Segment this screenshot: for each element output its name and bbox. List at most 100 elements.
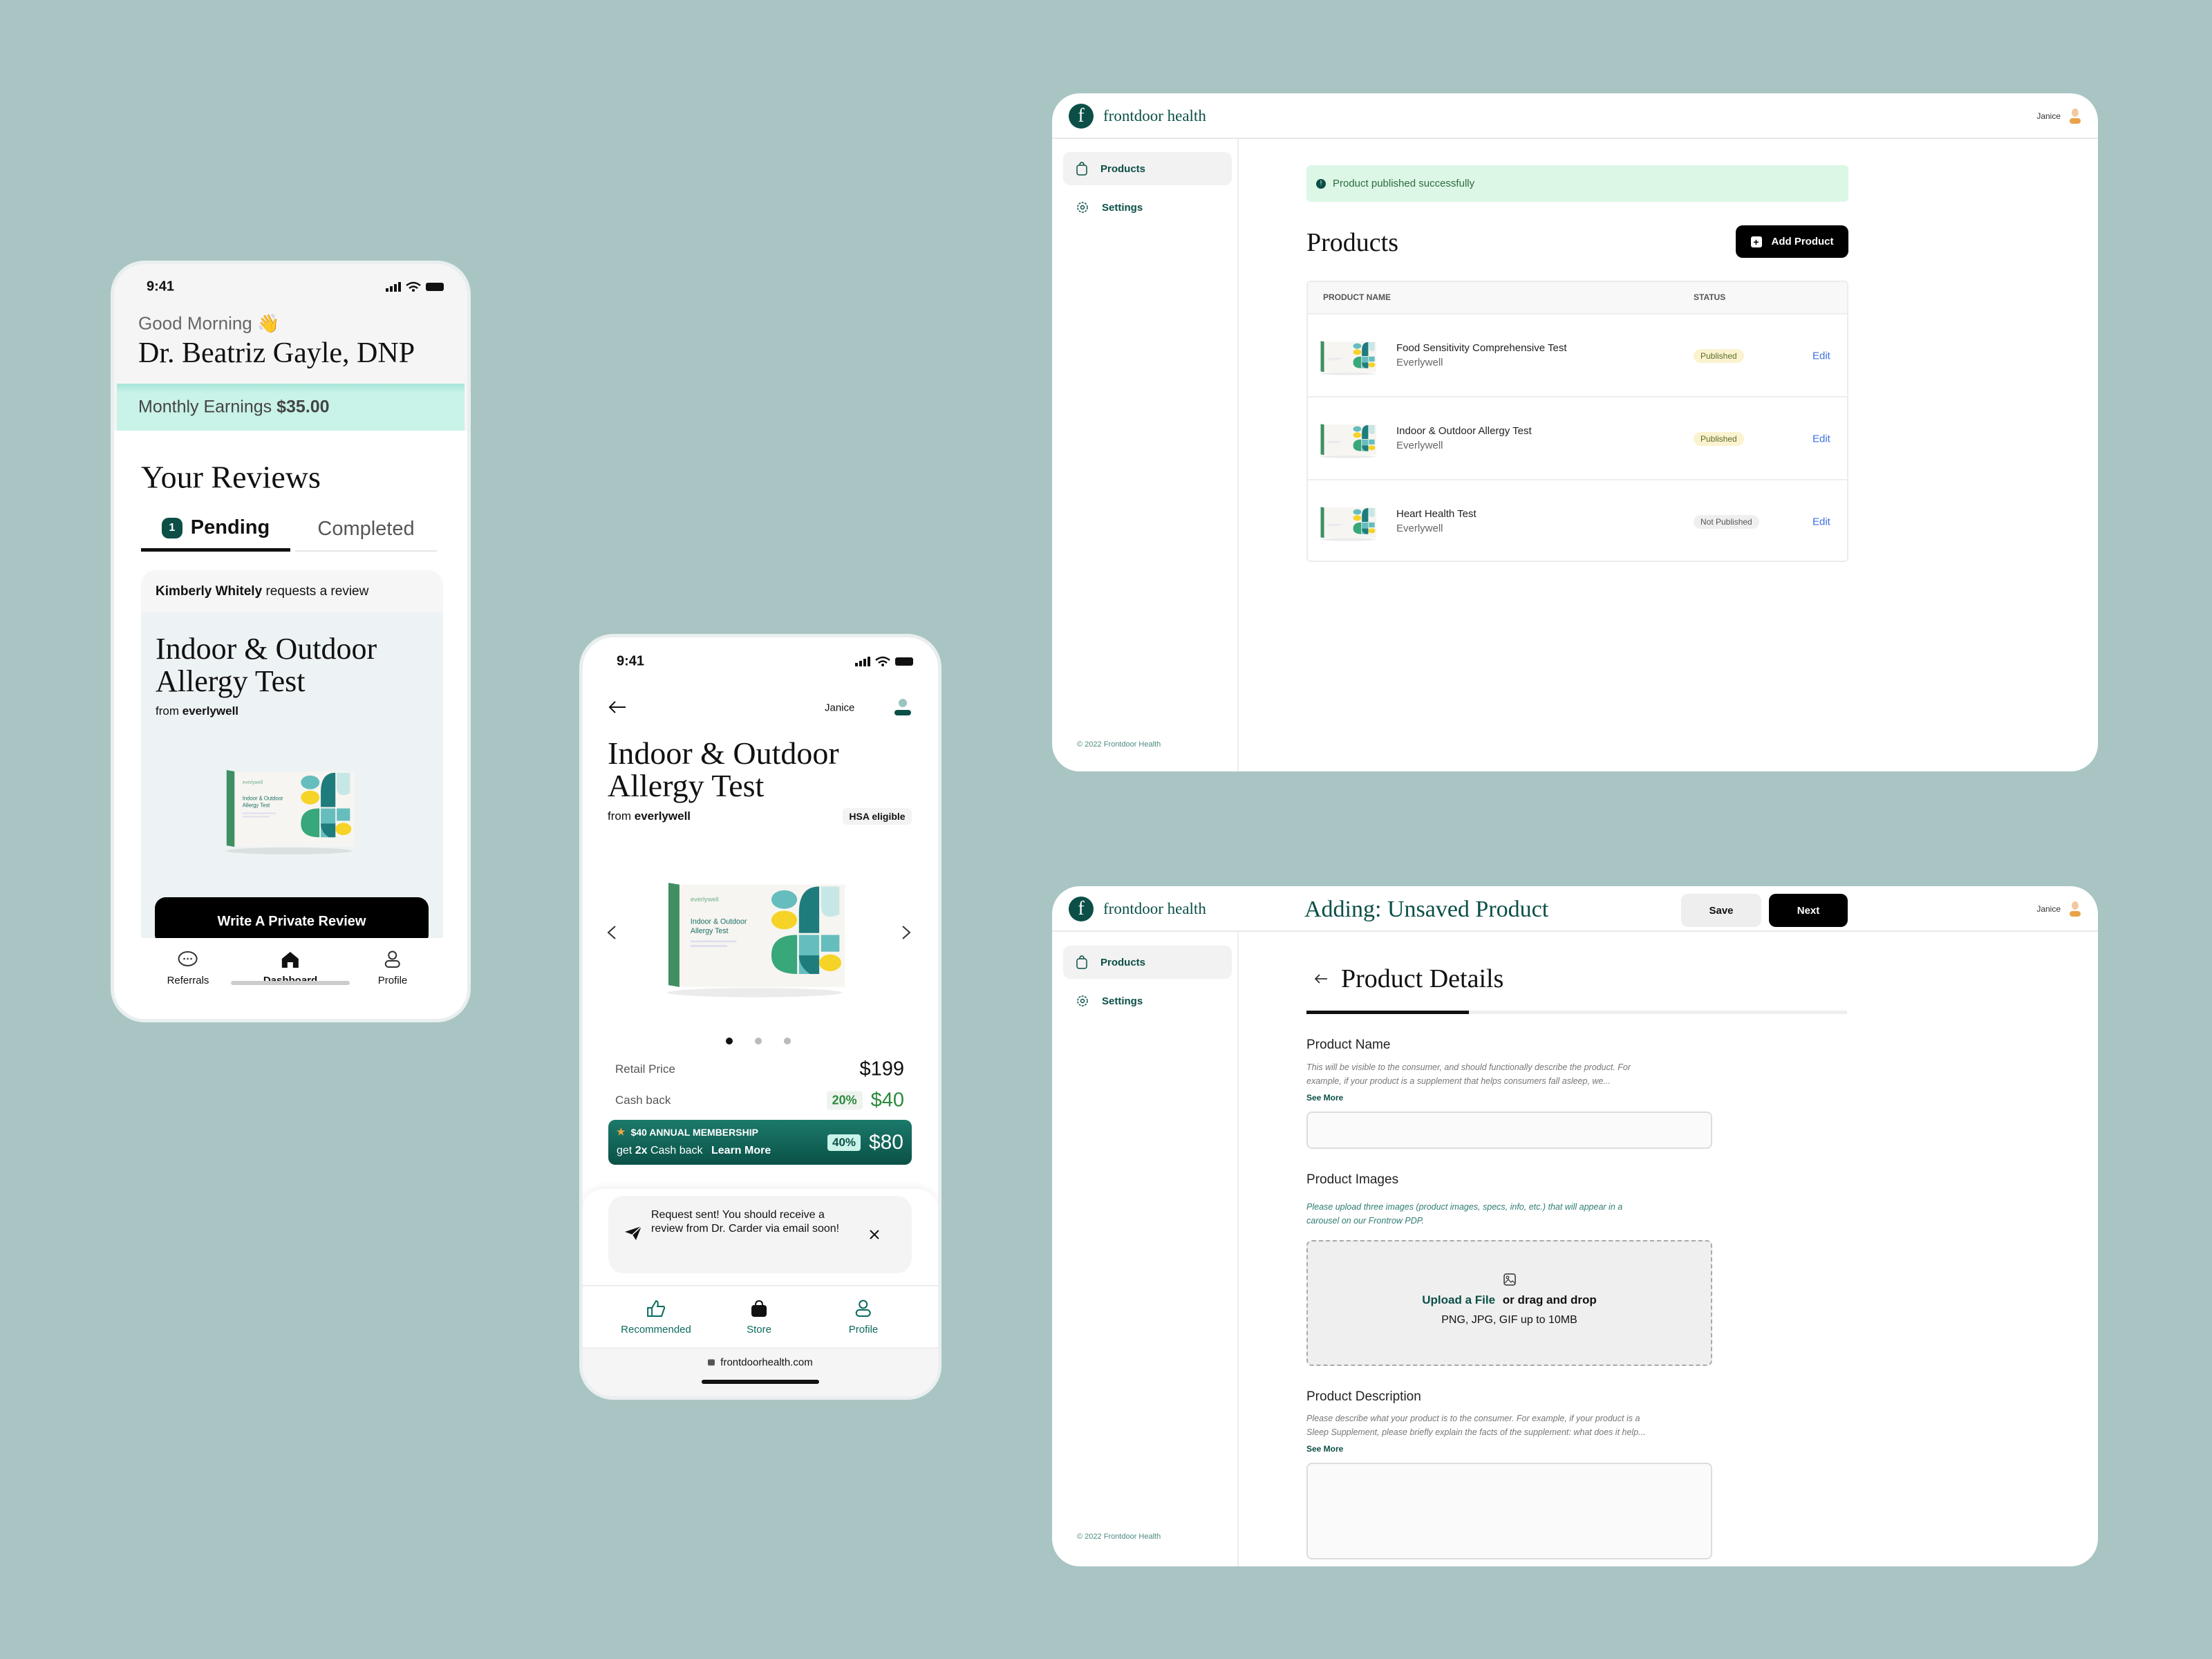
avatar-icon[interactable] [894, 698, 912, 718]
card-title-line2: Allergy Test [156, 664, 306, 698]
sidebar-item-settings[interactable]: Settings [1063, 191, 1232, 224]
phone-dashboard: 9:41 Good Morning 👋 Dr. Beatriz Gayle, D… [114, 264, 467, 1019]
upload-file-link[interactable]: Upload a File [1422, 1293, 1495, 1306]
sidebar-item-settings[interactable]: Settings [1063, 984, 1232, 1018]
user-menu[interactable]: Janice [2036, 900, 2081, 918]
button-label: Next [1797, 904, 1820, 917]
bottom-sheet: Request sent! You should receive a revie… [583, 1189, 938, 1396]
top-bar: f frontdoor health Janice [1052, 93, 2098, 139]
svg-text:everlywell: everlywell [691, 896, 719, 903]
bottom-nav: Referrals Dashboard Profile [114, 938, 467, 1019]
product-description-textarea[interactable] [1306, 1463, 1712, 1559]
gear-icon [1077, 995, 1088, 1006]
next-button[interactable]: Next [1769, 894, 1848, 927]
table-row: Indoor & Outdoor Allergy Test Everlywell… [1308, 396, 1847, 479]
sidebar-item-products[interactable]: Products [1063, 152, 1232, 185]
sidebar-item-label: Settings [1102, 201, 1143, 214]
edit-link[interactable]: Edit [1812, 350, 1830, 362]
status-icons [855, 655, 917, 668]
button-label: Add Product [1771, 236, 1834, 247]
product-title-line1: Indoor & Outdoor [608, 735, 839, 771]
membership-pct: 40% [827, 1134, 861, 1151]
provider-name: Dr. Beatriz Gayle, DNP [138, 337, 415, 369]
earnings-label: Monthly Earnings [138, 397, 272, 417]
home-icon [281, 952, 299, 968]
product-thumbnail [1319, 422, 1377, 458]
product-name[interactable]: Heart Health Test [1396, 508, 1477, 520]
earnings-value: $35.00 [276, 397, 330, 417]
product-vendor: Everlywell [1396, 440, 1443, 451]
chat-bubble-icon [178, 951, 198, 966]
back-arrow-icon[interactable] [608, 700, 627, 715]
products-table: PRODUCT NAME STATUS Food Sensitivity Com… [1306, 281, 1848, 562]
status-badge: Published [1694, 349, 1744, 363]
nav-store[interactable]: Store [747, 1300, 771, 1335]
tab-completed[interactable]: Completed [295, 507, 437, 552]
tab-pending[interactable]: 1 Pending [141, 507, 290, 552]
tab-label: Completed [317, 517, 415, 540]
brand-wordmark: frontdoor health [1103, 900, 1206, 917]
lock-icon [708, 1359, 715, 1366]
product-name[interactable]: Indoor & Outdoor Allergy Test [1396, 425, 1532, 437]
alert-message: Product published successfully [1333, 178, 1475, 189]
product-name[interactable]: Food Sensitivity Comprehensive Test [1396, 342, 1567, 354]
edit-link[interactable]: Edit [1812, 433, 1830, 445]
carousel-dot[interactable] [726, 1038, 733, 1044]
logo-mark: f [1069, 897, 1094, 921]
svg-text:Allergy Test: Allergy Test [691, 927, 729, 935]
see-more-link[interactable]: See More [1306, 1444, 1343, 1454]
nav-profile[interactable]: Profile [849, 1300, 878, 1335]
membership-banner[interactable]: ★ $40 ANNUAL MEMBERSHIP get 2x Cash back… [608, 1120, 912, 1165]
nav-label: Profile [377, 975, 408, 986]
carousel-prev-icon[interactable] [606, 925, 617, 940]
brand-logo[interactable]: f frontdoor health [1069, 104, 1206, 129]
product-images-label: Product Images [1306, 1172, 1399, 1187]
carousel-dots [726, 1038, 791, 1044]
table-row: Heart Health Test Everlywell Not Publish… [1308, 479, 1847, 561]
home-indicator [702, 1380, 819, 1384]
browser-bar: frontdoorhealth.com [583, 1347, 938, 1396]
top-bar: f frontdoor health Adding: Unsaved Produc… [1052, 886, 2098, 932]
learn-more-link[interactable]: Learn More [711, 1145, 771, 1156]
user-name: Janice [825, 702, 855, 714]
carousel-dot[interactable] [755, 1038, 762, 1044]
product-name-help: example, if your product is a supplement… [1306, 1076, 1611, 1086]
nav-referrals[interactable]: Referrals [167, 950, 209, 986]
brand-logo[interactable]: f frontdoor health [1069, 897, 1206, 921]
nav-recommended[interactable]: Recommended [621, 1300, 691, 1335]
brand-name: everlywell [634, 809, 691, 823]
back-arrow-icon[interactable] [1313, 973, 1329, 984]
sidebar-item-label: Settings [1102, 995, 1143, 1007]
status-time: 9:41 [147, 279, 175, 294]
request-text: requests a review [265, 584, 369, 599]
toast: Request sent! You should receive a revie… [608, 1196, 912, 1273]
brand-wordmark: frontdoor health [1103, 107, 1206, 124]
review-card: Kimberly Whitely requests a review Indoo… [141, 570, 443, 957]
see-more-link[interactable]: See More [1306, 1093, 1343, 1103]
add-product-button[interactable]: + Add Product [1736, 225, 1848, 258]
from-label: from [608, 809, 631, 823]
sidebar-item-products[interactable]: Products [1063, 946, 1232, 979]
url-text[interactable]: frontdoorhealth.com [720, 1357, 812, 1369]
cashback-value: $40 [870, 1089, 904, 1112]
product-name-input[interactable] [1306, 1112, 1712, 1149]
table-row: Food Sensitivity Comprehensive Test Ever… [1308, 313, 1847, 396]
carousel-next-icon[interactable] [901, 925, 912, 940]
info-icon: ! [1316, 178, 1326, 189]
nav-profile[interactable]: Profile [377, 950, 408, 986]
user-name: Janice [2036, 904, 2061, 914]
user-menu[interactable]: Janice [2036, 107, 2081, 125]
close-icon[interactable] [869, 1229, 880, 1240]
image-dropzone[interactable]: Upload a File or drag and drop PNG, JPG,… [1306, 1240, 1712, 1366]
status-time: 9:41 [617, 653, 645, 669]
desktop-add-product: f frontdoor health Adding: Unsaved Produc… [1052, 886, 2098, 1566]
card-title-line1: Indoor & Outdoor [156, 632, 377, 666]
save-button[interactable]: Save [1681, 894, 1761, 927]
status-badge: Published [1694, 432, 1744, 446]
carousel-dot[interactable] [784, 1038, 791, 1044]
shopping-bag-icon [751, 1300, 767, 1317]
tab-label: Pending [190, 516, 270, 538]
cashback-label: Cash back [615, 1094, 671, 1107]
product-thumbnail [1319, 339, 1377, 375]
edit-link[interactable]: Edit [1812, 516, 1830, 528]
